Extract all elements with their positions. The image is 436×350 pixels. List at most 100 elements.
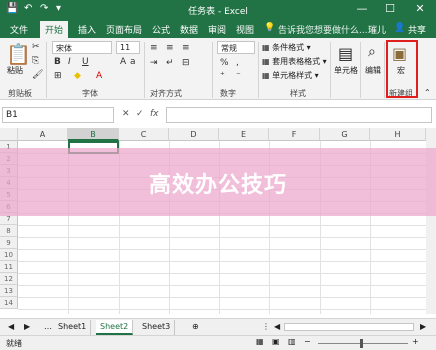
name-box[interactable]: B1: [2, 107, 114, 123]
page-break-view-icon[interactable]: ▥: [288, 337, 296, 346]
paste-button[interactable]: 粘贴: [7, 65, 23, 76]
zoom-in-icon[interactable]: +: [412, 337, 419, 346]
share-button[interactable]: 共享: [408, 23, 426, 36]
shrink-font-icon[interactable]: a: [130, 57, 136, 67]
merge-icon[interactable]: ⊟: [182, 58, 190, 68]
collapse-ribbon-icon[interactable]: ⌃: [424, 88, 431, 97]
cancel-icon[interactable]: ✕: [122, 109, 130, 119]
horizontal-scrollbar[interactable]: [284, 323, 414, 331]
tab-data[interactable]: 数据: [180, 23, 198, 36]
wrap-text-icon[interactable]: ↵: [166, 58, 174, 68]
find-icon[interactable]: ⌕: [368, 44, 376, 60]
prev-sheet-icon[interactable]: ◀: [4, 320, 18, 335]
row-header[interactable]: 8: [0, 225, 18, 237]
formula-input[interactable]: [166, 107, 432, 123]
underline-button[interactable]: U: [82, 57, 89, 67]
copy-icon[interactable]: ⎘: [32, 56, 39, 66]
paste-icon[interactable]: 📋: [6, 42, 31, 66]
cell-styles-button[interactable]: ▦ 单元格样式 ▾: [262, 70, 319, 81]
close-button[interactable]: ✕: [410, 2, 430, 15]
align-center-icon[interactable]: ≡: [166, 43, 174, 53]
cells-button[interactable]: 单元格: [334, 65, 358, 76]
fill-color-icon[interactable]: ◆: [74, 71, 81, 81]
percent-button[interactable]: %: [220, 58, 229, 68]
row-header[interactable]: 10: [0, 249, 18, 261]
minimize-button[interactable]: —: [352, 2, 372, 15]
align-right-icon[interactable]: ≡: [182, 43, 190, 53]
formula-bar: B1 ✕ ✓ fx: [0, 103, 436, 125]
tab-file[interactable]: 文件: [10, 23, 28, 36]
divider: [330, 42, 331, 98]
tab-formulas[interactable]: 公式: [152, 23, 170, 36]
cut-icon[interactable]: ✂: [32, 42, 40, 52]
divider: [258, 42, 259, 98]
comma-icon[interactable]: ,: [236, 58, 239, 68]
column-header[interactable]: A: [18, 128, 68, 141]
clipboard-group-label: 剪贴板: [8, 89, 32, 98]
next-sheet-icon[interactable]: ▶: [20, 320, 34, 335]
number-group-label: 数字: [220, 89, 236, 98]
increase-decimal-icon[interactable]: ⁺: [220, 71, 225, 81]
font-color-icon[interactable]: A: [96, 71, 102, 81]
decrease-decimal-icon[interactable]: ⁻: [236, 71, 241, 81]
column-header[interactable]: B: [68, 128, 119, 141]
maximize-button[interactable]: ☐: [380, 2, 400, 15]
sheet-tab-active[interactable]: Sheet2: [96, 320, 134, 335]
gridline: [18, 237, 426, 238]
column-header[interactable]: F: [269, 128, 320, 141]
cells-icon[interactable]: ▤: [338, 44, 353, 63]
status-bar: 就绪 ▦ ▣ ▥ − +: [0, 335, 436, 350]
grow-font-icon[interactable]: A: [120, 57, 126, 67]
indent-icon[interactable]: ⇥: [150, 58, 158, 68]
tab-insert[interactable]: 插入: [78, 23, 96, 36]
column-header[interactable]: H: [370, 128, 426, 141]
conditional-format-button[interactable]: ▦ 条件格式 ▾: [262, 42, 311, 53]
sheet-tab[interactable]: Sheet3: [138, 320, 176, 335]
add-sheet-icon[interactable]: ⊕: [188, 320, 203, 335]
banner-title: 高效办公技巧: [148, 173, 287, 198]
column-header[interactable]: C: [119, 128, 169, 141]
format-painter-icon[interactable]: 🖌: [32, 70, 43, 80]
number-format-select[interactable]: 常规: [217, 41, 255, 54]
row-header[interactable]: 9: [0, 237, 18, 249]
bold-button[interactable]: B: [54, 57, 61, 67]
italic-button[interactable]: I: [68, 57, 71, 67]
tab-home[interactable]: 开始: [40, 21, 69, 38]
share-icon: 👤: [394, 23, 406, 33]
tab-review[interactable]: 审阅: [208, 23, 226, 36]
enter-icon[interactable]: ✓: [136, 109, 144, 119]
page-layout-view-icon[interactable]: ▣: [272, 337, 280, 346]
column-header[interactable]: D: [169, 128, 219, 141]
format-as-table-label: 套用表格格式: [272, 57, 321, 66]
row-header[interactable]: 13: [0, 285, 18, 297]
divider: [384, 42, 385, 98]
tab-page-layout[interactable]: 页面布局: [106, 23, 142, 36]
hscroll-right-icon[interactable]: ▶: [416, 320, 430, 335]
column-header[interactable]: E: [219, 128, 269, 141]
sheet-tab[interactable]: Sheet1: [54, 320, 92, 335]
column-header[interactable]: G: [320, 128, 370, 141]
select-all-corner[interactable]: [0, 128, 18, 141]
zoom-slider[interactable]: [318, 343, 408, 344]
hscroll-left-icon[interactable]: ◀: [270, 320, 284, 335]
format-as-table-button[interactable]: ▦ 套用表格格式 ▾: [262, 56, 327, 67]
divider: [360, 42, 361, 98]
insert-function-button[interactable]: fx: [150, 109, 159, 119]
zoom-out-icon[interactable]: −: [304, 337, 311, 346]
row-header[interactable]: 12: [0, 273, 18, 285]
zoom-thumb[interactable]: [360, 339, 363, 348]
font-size-select[interactable]: 11: [116, 41, 140, 54]
tab-view[interactable]: 视图: [236, 23, 254, 36]
gridline: [18, 261, 426, 262]
row-header[interactable]: 11: [0, 261, 18, 273]
row-header[interactable]: 14: [0, 297, 18, 309]
align-left-icon[interactable]: ≡: [150, 43, 158, 53]
border-icon[interactable]: ⊞: [54, 71, 62, 81]
tell-me-input[interactable]: 告诉我您想要做什么...: [278, 23, 368, 36]
user-name[interactable]: 璀儿: [368, 23, 386, 36]
styles-group-label: 样式: [290, 89, 306, 98]
macro-highlight-box: [386, 40, 418, 98]
normal-view-icon[interactable]: ▦: [256, 337, 264, 346]
font-name-select[interactable]: 宋体: [52, 41, 112, 54]
editing-button[interactable]: 编辑: [365, 65, 381, 76]
